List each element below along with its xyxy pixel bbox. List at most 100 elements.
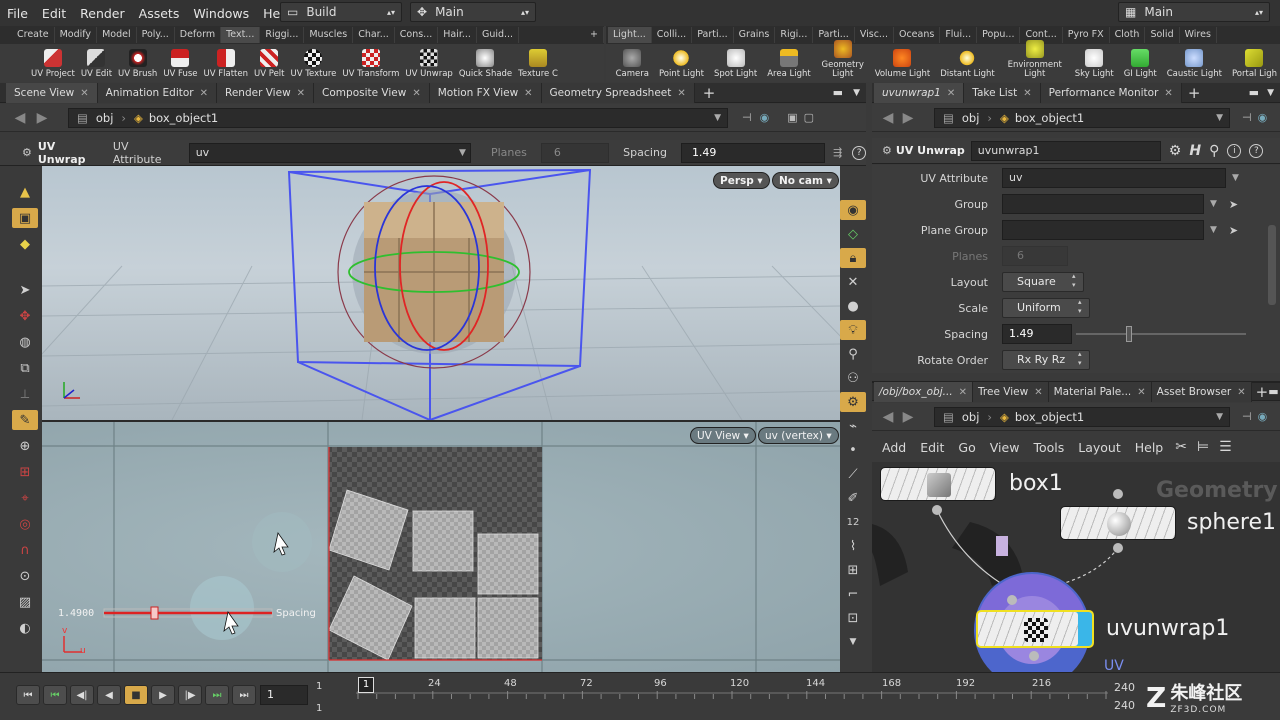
- node-input-dot[interactable]: [1113, 489, 1123, 499]
- close-icon[interactable]: ✕: [1164, 88, 1172, 99]
- float-pane-icon[interactable]: ▣: [787, 111, 797, 124]
- close-icon[interactable]: ✕: [80, 88, 88, 99]
- point-light-tool[interactable]: Point Light: [656, 49, 707, 82]
- chevron-down-icon[interactable]: ▼: [1232, 173, 1239, 183]
- tab-asset-browser[interactable]: Asset Browser ✕: [1151, 381, 1252, 402]
- shelf-tab[interactable]: Oceans: [894, 27, 941, 43]
- render-region-icon[interactable]: ▨: [12, 592, 38, 612]
- shelf-tab[interactable]: Modify: [55, 27, 98, 43]
- help-icon[interactable]: ?: [1249, 143, 1264, 158]
- volume-light-tool[interactable]: Volume Light: [872, 49, 934, 82]
- plane-group-field[interactable]: [1002, 220, 1204, 240]
- object-mode-icon[interactable]: ▲: [12, 182, 38, 202]
- add-tab-icon[interactable]: +: [1188, 84, 1201, 102]
- tab-motion-fx-view[interactable]: Motion FX View ✕: [429, 82, 542, 103]
- paint-icon[interactable]: ⌁: [840, 416, 866, 436]
- display-eye-icon[interactable]: ◉: [840, 200, 866, 220]
- uv-attribute-input[interactable]: uv ▼: [188, 142, 471, 163]
- tab-take-list[interactable]: Take List ✕: [964, 82, 1041, 103]
- spacing-field[interactable]: 1.49: [1002, 324, 1072, 344]
- handle-tool-icon[interactable]: ✎: [12, 410, 38, 430]
- snap-point-icon[interactable]: ◎: [12, 514, 38, 534]
- parameter-scrollbar[interactable]: [1268, 225, 1276, 305]
- chevron-down-icon[interactable]: ▼: [1210, 199, 1217, 209]
- geometry-light-tool[interactable]: Geometry Light: [818, 40, 868, 82]
- display-wire-icon[interactable]: ◇: [840, 224, 866, 244]
- uv-flatten-tool[interactable]: UV Flatten: [201, 49, 251, 82]
- current-frame-field[interactable]: 1: [260, 685, 308, 705]
- uv-pelt-tool[interactable]: UV Pelt: [251, 49, 288, 82]
- corner-icon[interactable]: ⌐: [840, 584, 866, 604]
- menu-file[interactable]: File: [0, 6, 35, 21]
- uv-edit-tool[interactable]: UV Edit: [78, 49, 115, 82]
- shelf-tab[interactable]: Colli...: [652, 27, 693, 43]
- cam-menu[interactable]: No cam ▾: [772, 172, 839, 189]
- uv-fuse-tool[interactable]: UV Fuse: [160, 49, 200, 82]
- net-menu-layout[interactable]: Layout: [1078, 440, 1121, 455]
- back-arrow-icon[interactable]: ◀: [880, 110, 896, 126]
- info-icon[interactable]: i: [1227, 143, 1242, 158]
- link-icon[interactable]: ◉: [760, 111, 770, 124]
- uv-unwrap-tool[interactable]: UV Unwrap: [402, 49, 455, 82]
- shelf-tab[interactable]: Cloth: [1110, 27, 1146, 43]
- select-arrow-icon[interactable]: ➤: [1229, 224, 1238, 237]
- persp-camera-menu[interactable]: Persp ▾: [713, 172, 770, 189]
- net-menu-add[interactable]: Add: [882, 440, 906, 455]
- spacing-input[interactable]: 1.49: [680, 142, 826, 163]
- play-icon[interactable]: ▶: [151, 685, 175, 705]
- slider-knob[interactable]: [1126, 326, 1132, 342]
- brush-icon[interactable]: ⟋: [840, 464, 866, 484]
- show-normals-icon[interactable]: ⚇: [840, 368, 866, 388]
- build-desktop-selector[interactable]: ▭ Build ▴▾: [280, 2, 402, 22]
- shelf-tab[interactable]: Riggi...: [260, 27, 305, 43]
- node-name-input[interactable]: uvunwrap1: [970, 140, 1161, 161]
- network-editor[interactable]: Geometry box1 sphere1 uvunwrap1 UV: [872, 462, 1280, 672]
- back-arrow-icon[interactable]: ◀: [880, 409, 896, 425]
- uv-texture-tool[interactable]: UV Texture: [288, 49, 340, 82]
- curve-icon[interactable]: ⌇: [840, 536, 866, 556]
- menu-assets[interactable]: Assets: [132, 6, 187, 21]
- link-icon[interactable]: ◉: [1258, 410, 1268, 423]
- area-light-tool[interactable]: Area Light: [764, 49, 813, 82]
- close-icon[interactable]: ✕: [412, 88, 420, 99]
- shade-icon[interactable]: ●: [840, 296, 866, 316]
- tab-network[interactable]: /obj/box_obj... ✕: [874, 381, 974, 402]
- spacing-handle-knob[interactable]: [150, 606, 159, 620]
- uv-transform-tool[interactable]: UV Transform: [339, 49, 402, 82]
- snap-prim-icon[interactable]: ⌖: [12, 488, 38, 508]
- help-h-icon[interactable]: H: [1189, 143, 1201, 159]
- dot-icon[interactable]: •: [840, 440, 866, 460]
- pen-icon[interactable]: ✐: [840, 488, 866, 508]
- help-icon[interactable]: ?: [852, 145, 866, 160]
- quick-shade-tool[interactable]: Quick Shade: [456, 49, 515, 82]
- select-tool-icon[interactable]: ➤: [12, 280, 38, 300]
- network-path-field[interactable]: ▤ obj › ◈ box_object1 ▼: [934, 406, 1230, 427]
- node-output-dot[interactable]: [1113, 543, 1123, 553]
- distant-light-tool[interactable]: Distant Light: [937, 49, 998, 82]
- layout-menu[interactable]: Square: [1002, 272, 1084, 292]
- tab-scene-view[interactable]: Scene View ✕: [6, 82, 98, 103]
- step-start-icon[interactable]: ⏮: [43, 685, 67, 705]
- search-icon[interactable]: ⚲: [1209, 143, 1219, 159]
- shelf-tab[interactable]: Poly...: [137, 27, 175, 43]
- pin-icon[interactable]: ⊣: [1242, 111, 1252, 124]
- menu-edit[interactable]: Edit: [35, 6, 73, 21]
- close-icon[interactable]: ✕: [200, 88, 208, 99]
- list-icon[interactable]: ☰: [1219, 439, 1232, 455]
- net-menu-go[interactable]: Go: [958, 440, 975, 455]
- chevron-down-icon[interactable]: ▼: [1210, 225, 1217, 235]
- tab-render-view[interactable]: Render View ✕: [217, 82, 315, 103]
- group-field[interactable]: [1002, 194, 1204, 214]
- shelf-tab[interactable]: Model: [97, 27, 137, 43]
- main-desktop-selector[interactable]: ✥ Main ▴▾: [410, 2, 536, 22]
- link-icon[interactable]: ◉: [1258, 111, 1268, 124]
- close-icon[interactable]: ✕: [297, 88, 305, 99]
- right-desktop-selector[interactable]: ▦ Main ▴▾: [1118, 2, 1270, 22]
- tab-material-palette[interactable]: Material Pale... ✕: [1048, 381, 1152, 402]
- box1-node[interactable]: box1: [880, 467, 1063, 501]
- shelf-tab[interactable]: Grains: [734, 27, 776, 43]
- forward-arrow-icon[interactable]: ▶: [900, 409, 916, 425]
- display-all-icon[interactable]: ⚙: [840, 392, 866, 412]
- select-arrow-icon[interactable]: ➤: [1229, 198, 1238, 211]
- count-icon[interactable]: 12: [840, 512, 866, 532]
